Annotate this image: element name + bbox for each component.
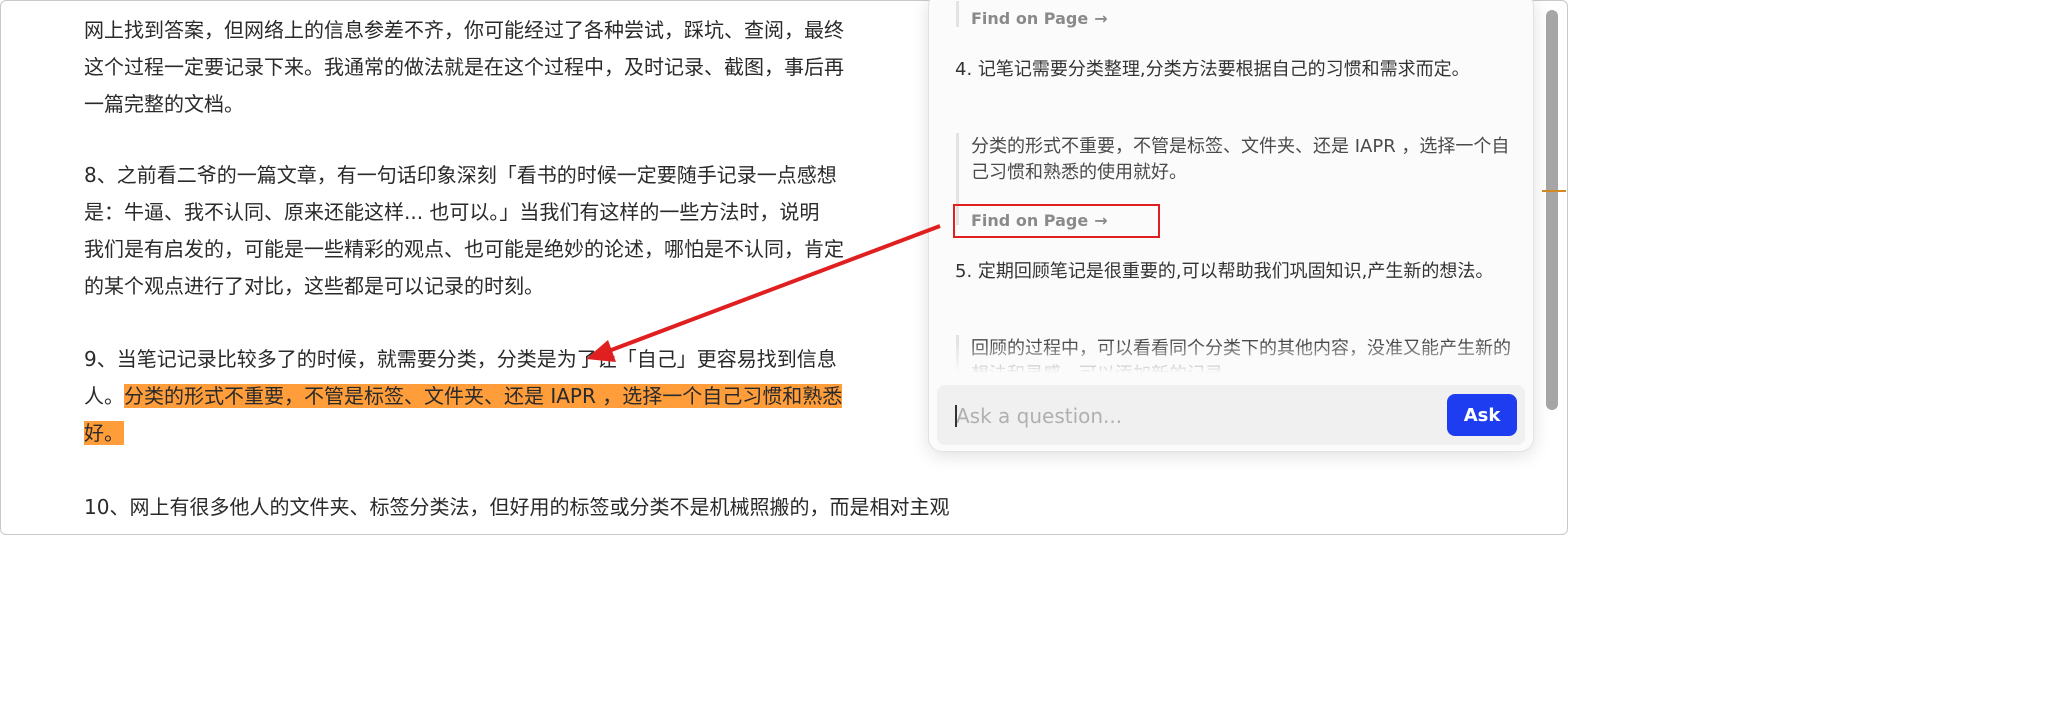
- annotation-arrow-head: [586, 340, 616, 362]
- annotation-arrow: [586, 224, 941, 362]
- annotation-arrow-line: [605, 224, 941, 354]
